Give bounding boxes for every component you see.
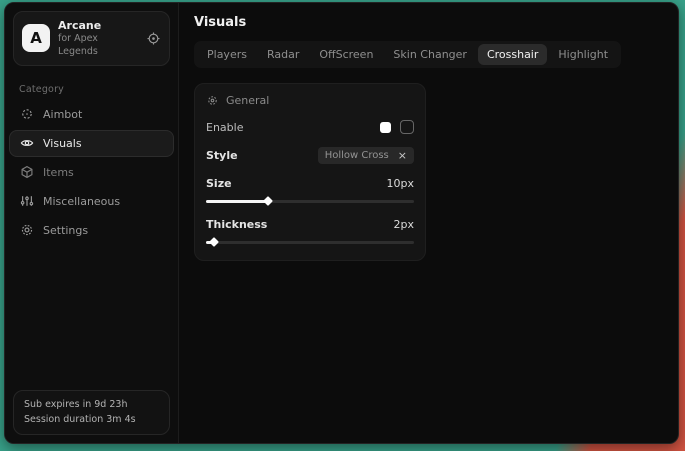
enable-label: Enable (206, 121, 243, 134)
sidebar-item-label: Visuals (43, 137, 82, 150)
panel-title: General (226, 94, 269, 107)
size-value: 10px (387, 177, 415, 190)
main-content: Visuals Players Radar OffScreen Skin Cha… (179, 3, 678, 443)
sliders-icon (20, 194, 34, 208)
thickness-slider-track (206, 241, 414, 244)
enable-checkbox[interactable] (400, 120, 414, 134)
sidebar-item-visuals[interactable]: Visuals (9, 130, 174, 157)
app-logo: A (22, 24, 50, 52)
remove-style-icon[interactable]: × (398, 150, 407, 161)
style-value: Hollow Cross (325, 150, 389, 161)
sidebar-item-label: Aimbot (43, 108, 82, 121)
sidebar-item-miscellaneous[interactable]: Miscellaneous (9, 188, 174, 215)
thickness-label: Thickness (206, 218, 267, 231)
size-slider[interactable] (206, 197, 414, 205)
sidebar-item-items[interactable]: Items (9, 159, 174, 186)
style-select[interactable]: Hollow Cross × (318, 147, 414, 164)
sidebar-item-aimbot[interactable]: Aimbot (9, 101, 174, 128)
sidebar-item-settings[interactable]: Settings (9, 217, 174, 244)
tab-radar[interactable]: Radar (258, 44, 308, 65)
crosshair-icon (20, 107, 34, 121)
box-icon (20, 165, 34, 179)
sidebar-item-label: Settings (43, 224, 88, 237)
enable-row: Enable (206, 120, 414, 134)
style-row: Style Hollow Cross × (206, 147, 414, 164)
thickness-slider-thumb[interactable] (209, 237, 219, 247)
color-swatch[interactable] (380, 122, 391, 133)
visuals-tabbar: Players Radar OffScreen Skin Changer Cro… (194, 41, 621, 68)
app-header-card: A Arcane for Apex Legends (13, 11, 170, 66)
app-subtitle: for Apex Legends (58, 33, 138, 58)
subscription-info-card: Sub expires in 9d 23h Session duration 3… (13, 390, 170, 435)
sidebar-item-label: Miscellaneous (43, 195, 120, 208)
tab-offscreen[interactable]: OffScreen (310, 44, 382, 65)
target-icon[interactable] (146, 31, 161, 46)
thickness-value: 2px (394, 218, 415, 231)
session-duration-text: Session duration 3m 4s (24, 412, 159, 427)
tab-skin-changer[interactable]: Skin Changer (384, 44, 476, 65)
eye-icon (20, 136, 34, 150)
category-label: Category (19, 84, 178, 95)
tab-highlight[interactable]: Highlight (549, 44, 617, 65)
style-label: Style (206, 149, 238, 162)
thickness-row: Thickness 2px (206, 218, 414, 231)
general-panel: General Enable Style Hollow Cross × Size… (194, 83, 426, 261)
size-row: Size 10px (206, 177, 414, 190)
app-window: A Arcane for Apex Legends Category (4, 2, 679, 444)
sidebar-nav: Aimbot Visuals Items (5, 101, 178, 244)
size-label: Size (206, 177, 232, 190)
gear-icon (20, 223, 34, 237)
tab-crosshair[interactable]: Crosshair (478, 44, 547, 65)
sidebar-item-label: Items (43, 166, 74, 179)
general-icon (206, 94, 219, 107)
sub-expires-text: Sub expires in 9d 23h (24, 397, 159, 412)
sidebar: A Arcane for Apex Legends Category (5, 3, 179, 443)
app-title: Arcane (58, 19, 138, 33)
thickness-slider[interactable] (206, 238, 414, 246)
size-slider-thumb[interactable] (263, 196, 273, 206)
tab-players[interactable]: Players (198, 44, 256, 65)
page-title: Visuals (194, 15, 663, 30)
size-slider-fill (206, 200, 268, 203)
